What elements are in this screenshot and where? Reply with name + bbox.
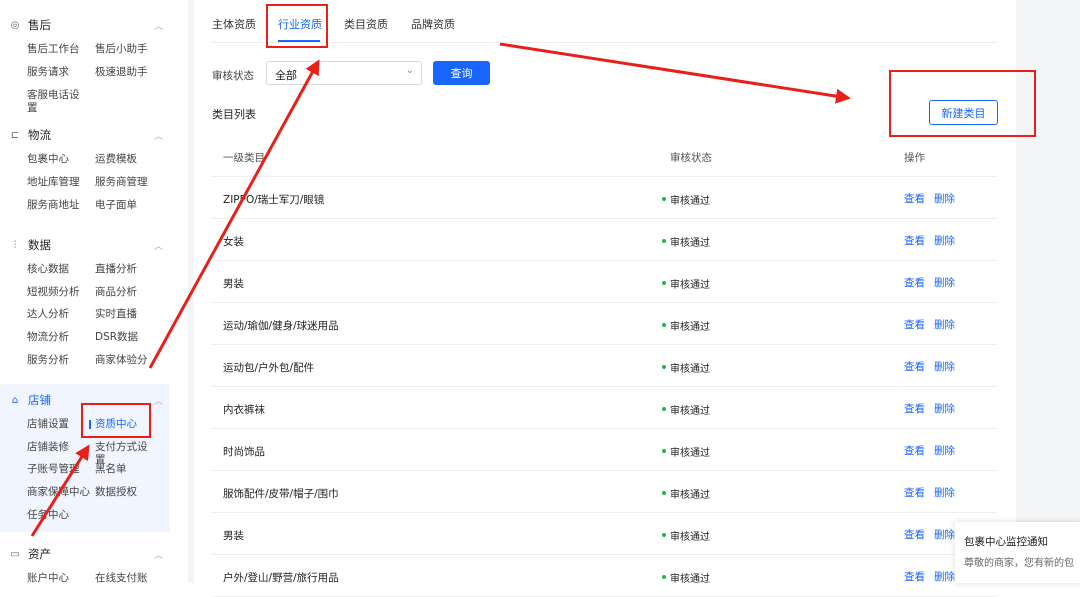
annotation-arrows	[30, 42, 851, 537]
annotation-arrow	[148, 59, 320, 369]
annotation-arrow	[30, 444, 90, 537]
annotation-arrow	[499, 42, 851, 104]
